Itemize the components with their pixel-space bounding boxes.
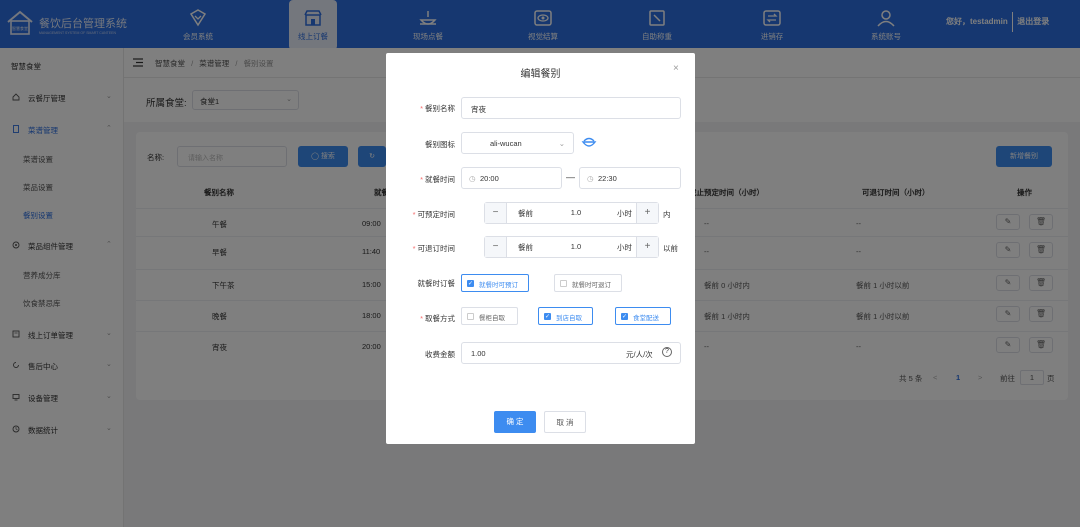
meal-time-start-value: 20:00 <box>480 174 499 183</box>
pickup-delivery-checkbox[interactable]: ✓ 食堂配送 <box>615 307 671 325</box>
meal-icon-value: ali-wucan <box>490 139 522 148</box>
field-label-text: 可预定时间 <box>417 210 456 219</box>
decrement-button[interactable]: − <box>485 237 507 257</box>
field-label-text: 可退订时间 <box>417 244 456 253</box>
book-time-prefix: 餐前 <box>518 209 533 218</box>
increment-button[interactable]: + <box>636 237 658 257</box>
checkbox-label: 餐柜自取 <box>479 315 505 322</box>
help-icon[interactable]: ? <box>662 347 672 357</box>
edit-meal-type-dialog: 编辑餐别 × * 餐别名称 宵夜 餐别图标 ali-wucan ⌄ * 就餐时间 ◷… <box>386 53 695 444</box>
chevron-down-icon: ⌄ <box>558 139 565 148</box>
close-icon[interactable]: × <box>673 63 679 74</box>
dialog-title: 编辑餐别 <box>520 69 561 80</box>
meal-name-label: * 餐别名称 <box>420 103 455 114</box>
fee-label: 收费金额 <box>425 349 455 360</box>
refund-time-suffix: 以前 <box>663 244 678 253</box>
refund-time-value[interactable]: 1.0 <box>556 242 596 251</box>
required-mark: * <box>412 210 416 219</box>
time-range-dash: — <box>566 172 575 182</box>
meal-bowl-icon <box>581 137 597 147</box>
field-label-text: 就餐时订餐 <box>417 279 456 288</box>
meal-time-start-input[interactable]: ◷ 20:00 <box>461 167 562 189</box>
checkbox-box <box>560 280 567 287</box>
fee-unit: 元/人/次 <box>626 350 653 359</box>
refund-time-label: * 可退订时间 <box>413 243 455 254</box>
required-mark: * <box>420 175 423 184</box>
dine-order-label: 就餐时订餐 <box>418 278 456 289</box>
field-label-text: 就餐时间 <box>425 175 455 184</box>
meal-time-end-value: 22:30 <box>598 174 617 183</box>
field-label-text: 取餐方式 <box>425 314 455 323</box>
book-time-suffix: 内 <box>663 210 671 219</box>
dine-can-refund-checkbox[interactable]: 就餐时可退订 <box>554 274 622 292</box>
meal-time-label: * 就餐时间 <box>420 174 455 185</box>
pickup-locker-checkbox[interactable]: 餐柜自取 <box>461 307 518 325</box>
field-label-text: 餐别名称 <box>425 104 455 113</box>
pickup-method-label: * 取餐方式 <box>420 313 455 324</box>
clock-icon: ◷ <box>469 174 476 183</box>
confirm-button[interactable]: 确 定 <box>494 411 536 433</box>
meal-icon-select[interactable]: ali-wucan ⌄ <box>461 132 574 154</box>
checkbox-label: 就餐时可预订 <box>479 282 518 289</box>
checkbox-box <box>467 313 474 320</box>
cancel-button[interactable]: 取 消 <box>544 411 586 433</box>
check-icon: ✓ <box>467 280 474 287</box>
clock-icon: ◷ <box>587 174 594 183</box>
book-time-unit: 小时 <box>617 209 632 218</box>
meal-icon-label: 餐别图标 <box>425 139 455 150</box>
field-label-text: 餐别图标 <box>425 140 455 149</box>
checkbox-label: 食堂配送 <box>633 315 659 322</box>
book-time-stepper[interactable]: − 餐前 1.0 小时 + <box>484 202 659 224</box>
fee-input[interactable]: 1.00 元/人/次 ? <box>461 342 681 364</box>
meal-name-value: 宵夜 <box>471 105 486 114</box>
refund-time-prefix: 餐前 <box>518 243 533 252</box>
field-label-text: 收费金额 <box>425 350 455 359</box>
pickup-store-checkbox[interactable]: ✓ 到店自取 <box>538 307 593 325</box>
check-icon: ✓ <box>621 313 628 320</box>
checkbox-label: 就餐时可退订 <box>572 282 611 289</box>
fee-value: 1.00 <box>471 349 486 358</box>
increment-button[interactable]: + <box>636 203 658 223</box>
refund-time-unit: 小时 <box>617 243 632 252</box>
required-mark: * <box>412 244 416 253</box>
decrement-button[interactable]: − <box>485 203 507 223</box>
book-time-label: * 可预定时间 <box>413 209 455 220</box>
book-time-value[interactable]: 1.0 <box>556 208 596 217</box>
checkbox-label: 到店自取 <box>556 315 582 322</box>
refund-time-stepper[interactable]: − 餐前 1.0 小时 + <box>484 236 659 258</box>
required-mark: * <box>420 104 423 113</box>
dine-can-book-checkbox[interactable]: ✓ 就餐时可预订 <box>461 274 529 292</box>
check-icon: ✓ <box>544 313 551 320</box>
meal-time-end-input[interactable]: ◷ 22:30 <box>579 167 681 189</box>
meal-name-input[interactable]: 宵夜 <box>461 97 681 119</box>
required-mark: * <box>420 314 423 323</box>
